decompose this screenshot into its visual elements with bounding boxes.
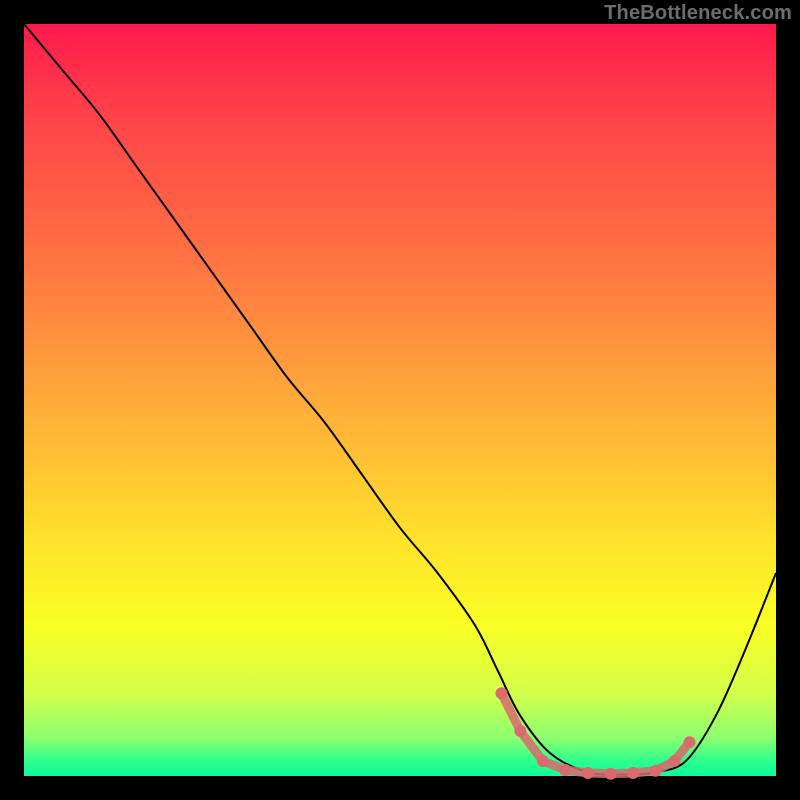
chart-frame	[24, 24, 776, 776]
highlight-dot	[537, 755, 549, 767]
highlight-segment	[502, 693, 690, 773]
highlight-dot	[605, 768, 617, 780]
highlight-dot	[559, 764, 571, 776]
highlight-dot	[684, 736, 696, 748]
watermark-text: TheBottleneck.com	[604, 2, 792, 25]
highlight-dot	[669, 755, 681, 767]
highlight-dot	[514, 725, 526, 737]
highlight-dots-group	[496, 687, 696, 779]
chart-svg	[24, 24, 776, 776]
plot-area	[24, 24, 776, 776]
bottleneck-curve-path	[24, 24, 776, 775]
highlight-dot	[496, 687, 508, 699]
highlight-dot	[650, 765, 662, 777]
curve-line	[24, 24, 776, 775]
highlight-dot	[627, 767, 639, 779]
highlight-dot	[582, 767, 594, 779]
